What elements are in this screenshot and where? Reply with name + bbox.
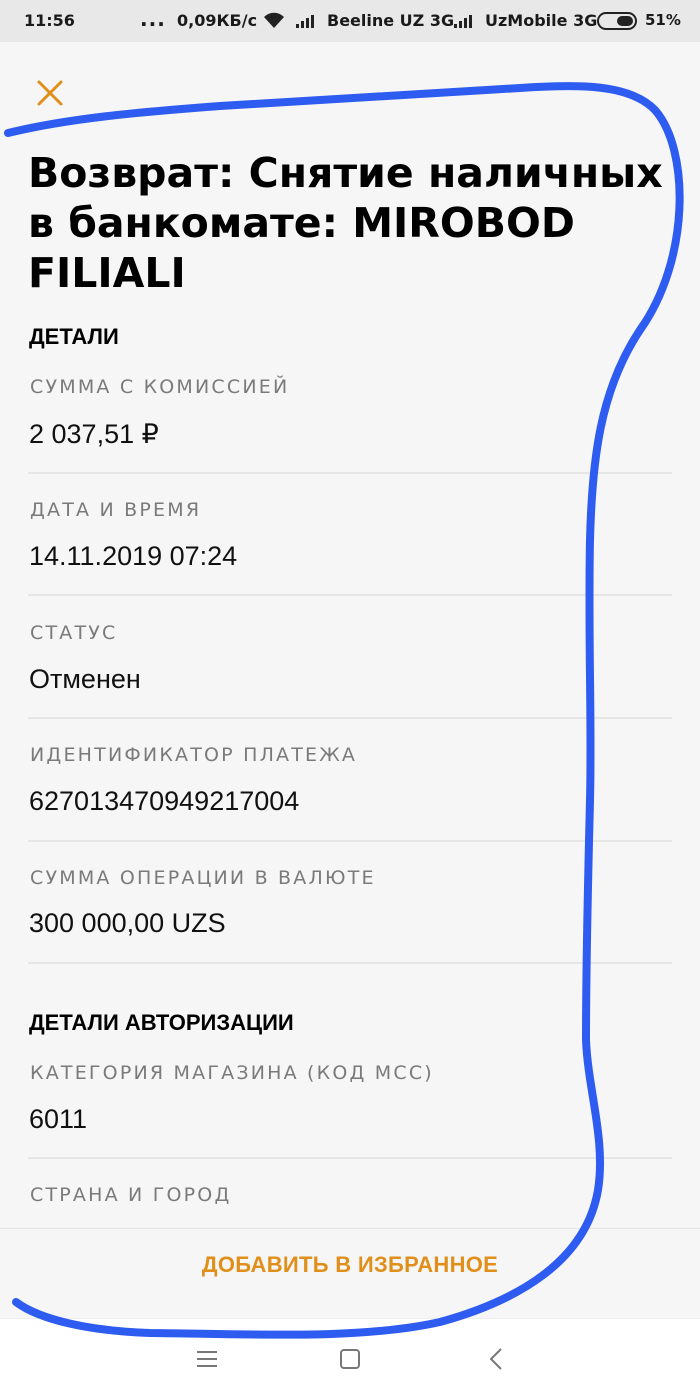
field-value-amount[interactable]: 2 037,51 ₽ <box>29 419 159 450</box>
field-label-datetime: ДАТА И ВРЕМЯ <box>30 499 202 521</box>
status-operator-1: Beeline UZ 3G <box>327 11 455 30</box>
field-value-currency-amount[interactable]: 300 000,00 UZS <box>29 908 226 939</box>
field-label-amount: СУММА С КОМИССИЕЙ <box>30 376 290 398</box>
page-title: Возврат: Снятие наличных в банкомате: MI… <box>28 149 663 297</box>
divider <box>28 717 672 719</box>
field-label-country-city: СТРАНА И ГОРОД <box>30 1184 232 1206</box>
field-label-payment-id: ИДЕНТИФИКАТОР ПЛАТЕЖА <box>30 744 358 766</box>
footer-divider <box>0 1228 700 1229</box>
status-bar: 11:56 ... 0,09КБ/с Beeline UZ 3G UzMobil… <box>0 0 700 42</box>
signal-icon <box>296 12 318 32</box>
menu-icon[interactable] <box>196 1349 218 1374</box>
status-network-speed: 0,09КБ/с <box>177 11 258 30</box>
home-icon[interactable] <box>339 1348 361 1375</box>
signal-icon <box>454 12 476 32</box>
divider <box>28 472 672 474</box>
field-label-status: СТАТУС <box>30 622 118 644</box>
status-operator-2: UzMobile 3G <box>485 11 598 30</box>
status-time: 11:56 <box>24 11 75 30</box>
close-icon[interactable] <box>34 77 66 109</box>
wifi-icon <box>262 10 286 34</box>
field-value-datetime[interactable]: 14.11.2019 07:24 <box>29 541 237 572</box>
field-label-currency-amount: СУММА ОПЕРАЦИИ В ВАЛЮТЕ <box>30 867 376 889</box>
add-to-favorites-button[interactable]: ДОБАВИТЬ В ИЗБРАННОЕ <box>0 1252 700 1278</box>
field-label-mcc: КАТЕГОРИЯ МАГАЗИНА (КОД MCC) <box>30 1062 434 1084</box>
section-heading-details: ДЕТАЛИ <box>29 324 119 349</box>
divider <box>28 1157 672 1159</box>
section-heading-auth-details: ДЕТАЛИ АВТОРИЗАЦИИ <box>29 1010 294 1035</box>
divider <box>28 594 672 596</box>
status-dots: ... <box>140 7 166 31</box>
field-value-status[interactable]: Отменен <box>29 664 141 695</box>
system-navigation-bar <box>0 1318 700 1400</box>
battery-icon <box>597 12 641 34</box>
field-value-payment-id[interactable]: 627013470949217004 <box>29 786 299 817</box>
field-value-mcc[interactable]: 6011 <box>29 1104 87 1135</box>
divider <box>28 840 672 842</box>
back-icon[interactable] <box>488 1347 504 1376</box>
divider <box>28 962 672 964</box>
battery-percent: 51% <box>645 11 681 29</box>
